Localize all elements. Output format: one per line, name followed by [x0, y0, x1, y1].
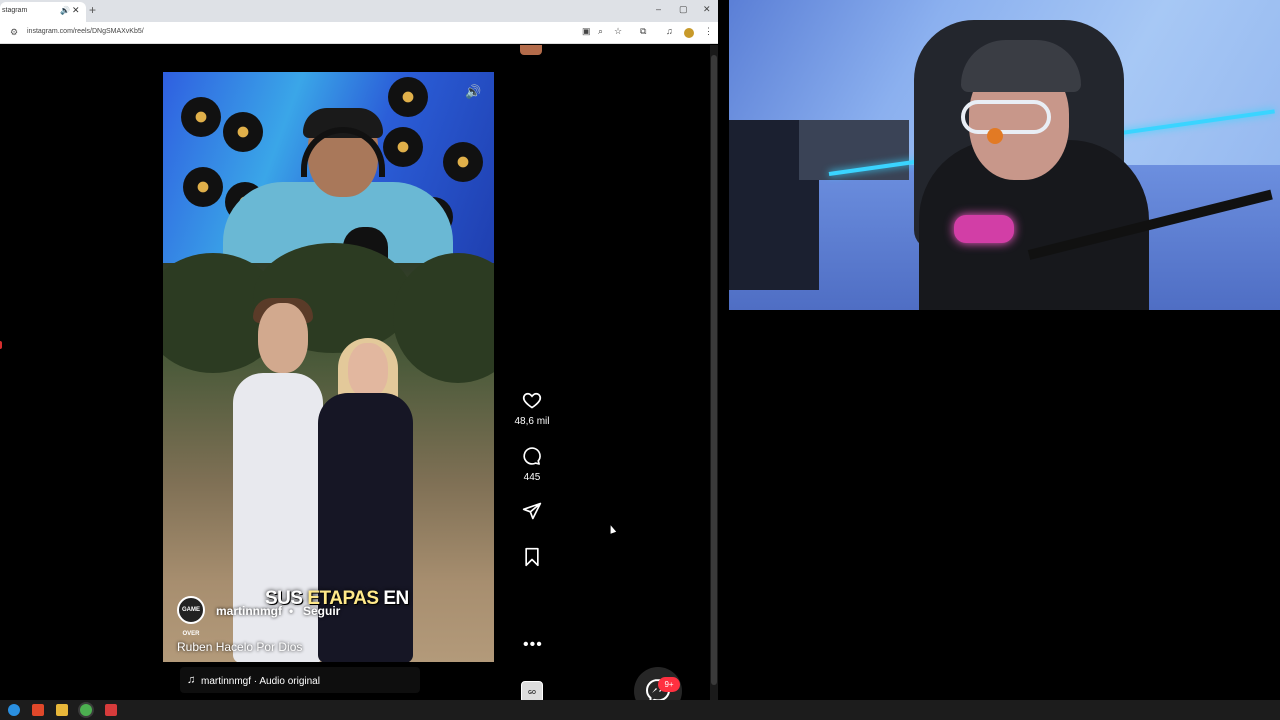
scrollbar-thumb[interactable]	[711, 55, 717, 685]
address-toolbar: ⚙ instagram.com/reels/DNgSMAXvKb5/ ▣ ⌕ ☆…	[0, 22, 718, 44]
taskbar	[0, 700, 1280, 720]
vinyl-record	[181, 97, 221, 137]
page-viewport: 🔊 SUS ETAPAS EN GAME OVER martinnmgf • S…	[0, 45, 710, 700]
music-note-icon: ♫	[187, 674, 196, 686]
browser-window: stagram 🔊 ✕ + – ▢ ✕ ⚙ instagram.com/reel…	[0, 0, 718, 700]
clown-nose	[987, 128, 1003, 144]
install-app-icon[interactable]: ▣	[582, 26, 591, 37]
like-count: 48,6 mil	[514, 416, 550, 427]
person-face	[258, 303, 308, 373]
menu-kebab-icon[interactable]: ⋮	[704, 26, 713, 37]
vinyl-record	[388, 77, 428, 117]
send-icon	[522, 502, 542, 520]
site-info-icon[interactable]: ⚙	[10, 27, 18, 38]
save-button[interactable]	[519, 547, 545, 567]
follow-button[interactable]: Seguir	[303, 604, 340, 618]
author-avatar[interactable]: GAME OVER	[177, 596, 205, 637]
screen: stagram 🔊 ✕ + – ▢ ✕ ⚙ instagram.com/reel…	[0, 0, 1280, 720]
volume-icon[interactable]: 🔊	[465, 84, 481, 100]
person-white-outfit	[233, 373, 323, 662]
more-options-button[interactable]: •••	[523, 637, 543, 653]
profile-avatar[interactable]	[684, 28, 694, 38]
vinyl-record	[223, 112, 263, 152]
tab-bar: stagram 🔊 ✕ + – ▢ ✕	[0, 0, 718, 22]
tab-close-button[interactable]: ✕	[72, 5, 80, 16]
vinyl-record	[183, 167, 223, 207]
media-control-icon[interactable]: ♫	[666, 26, 673, 36]
novelty-glasses	[961, 100, 1051, 134]
tab-title: stagram	[2, 7, 28, 14]
mouse-cursor	[607, 524, 617, 534]
page-scrollbar[interactable]	[710, 45, 718, 700]
person-face	[348, 343, 388, 398]
follow-separator: •	[289, 604, 294, 618]
new-tab-button[interactable]: +	[89, 3, 96, 17]
address-bar[interactable]: instagram.com/reels/DNgSMAXvKb5/	[27, 28, 144, 35]
microphone	[954, 215, 1014, 243]
reaction-cam-video: 🔊	[163, 72, 494, 272]
bookmark-star-icon[interactable]: ☆	[614, 26, 622, 37]
share-button[interactable]	[519, 501, 545, 521]
comment-icon	[523, 447, 541, 465]
minimize-button[interactable]: –	[656, 4, 661, 14]
heart-icon	[522, 392, 542, 409]
reel-caption[interactable]: Ruben Hacelo Por Dios	[177, 640, 302, 654]
like-button[interactable]	[519, 390, 545, 410]
person-black-outfit	[318, 393, 413, 662]
zoom-icon[interactable]: ⌕	[598, 26, 603, 37]
maximize-button[interactable]: ▢	[679, 4, 688, 15]
tab-instagram[interactable]: stagram 🔊 ✕	[0, 2, 86, 22]
reel-video[interactable]: 🔊	[163, 72, 494, 662]
comment-count: 445	[523, 472, 541, 483]
extensions-icon[interactable]: ⧉	[640, 26, 646, 37]
streamer-cap	[961, 40, 1081, 92]
author-username[interactable]: martinnmgf	[216, 604, 282, 618]
tree	[393, 253, 494, 383]
obs-icon[interactable]	[105, 704, 117, 716]
edge-icon[interactable]	[8, 704, 20, 716]
comment-button[interactable]	[519, 446, 545, 466]
audio-label[interactable]: martinnmgf · Audio original	[201, 676, 320, 687]
unread-badge: 9+	[658, 677, 680, 692]
bookmark-icon	[525, 547, 539, 567]
vinyl-record	[383, 127, 423, 167]
vinyl-record	[443, 142, 483, 182]
previous-reel-avatar[interactable]	[520, 45, 542, 55]
speaker-icon[interactable]: 🔊	[60, 6, 70, 15]
brave-icon[interactable]	[32, 704, 44, 716]
audio-thumbnail[interactable]: GO	[521, 681, 543, 700]
file-explorer-icon[interactable]	[56, 704, 68, 716]
notification-dot	[0, 341, 2, 349]
webcam-overlay	[729, 0, 1280, 310]
close-window-button[interactable]: ✕	[703, 4, 711, 15]
chrome-icon[interactable]	[80, 704, 92, 716]
